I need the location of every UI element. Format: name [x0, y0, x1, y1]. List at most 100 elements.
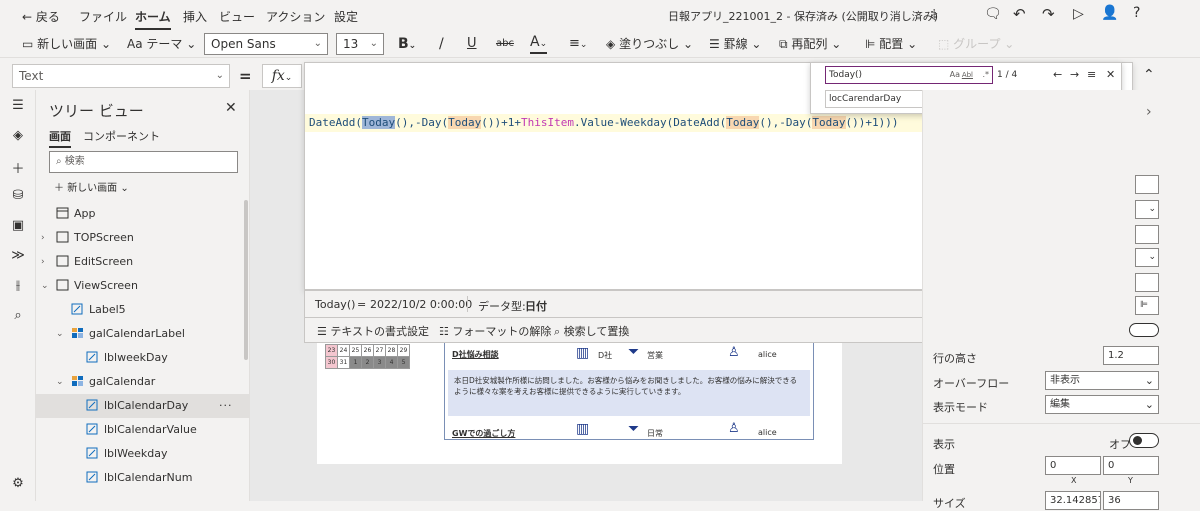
calendar-day-cell[interactable]: 29 — [397, 344, 410, 357]
calendar-day-cell[interactable]: 3 — [373, 356, 386, 369]
border-button[interactable]: ☰ 罫線 ⌄ — [709, 34, 761, 54]
play-icon[interactable]: ▷ — [1073, 6, 1084, 22]
close-find-icon[interactable]: ✕ — [1106, 68, 1115, 81]
y-input[interactable]: 0 — [1103, 456, 1159, 475]
calendar-day-cell[interactable]: 26 — [361, 344, 374, 357]
font-dropdown[interactable]: Open Sans ⌄ — [204, 33, 328, 55]
tree-item[interactable]: lblCalendarValue — [36, 418, 250, 442]
tree-item[interactable]: ⌄ galCalendarLabel — [36, 322, 250, 346]
report-gallery[interactable]: D社悩み相談 ▥ D社 ⏷ 営業 ♙ alice 本日D社安城製作所様に訪問しま… — [444, 340, 814, 440]
calendar-day-cell[interactable]: 24 — [337, 344, 350, 357]
prop-dropdown[interactable]: ⌄ — [1135, 248, 1159, 267]
tree-item[interactable]: lblWeekday — [36, 442, 250, 466]
new-screen-button[interactable]: ▭ 新しい画面 ⌄ — [22, 34, 111, 54]
align-button[interactable]: ⊫ 配置 ⌄ — [865, 34, 917, 54]
regex-option-icon[interactable]: .* — [982, 67, 989, 83]
remove-format-button[interactable]: ☷ フォーマットの解除 — [439, 323, 551, 339]
menu-view[interactable]: ビュー — [219, 8, 255, 25]
more-options-icon[interactable]: ··· — [219, 394, 233, 418]
find-input[interactable]: Today() Aa Abl .* — [825, 66, 993, 84]
calendar-day-cell[interactable]: 31 — [337, 356, 350, 369]
find-replace-button[interactable]: ⌕ 検索して置換 — [554, 323, 629, 339]
fx-button[interactable]: fx⌄ — [262, 64, 302, 88]
bold-button[interactable]: B⌄ — [398, 34, 416, 54]
chevron-down-icon[interactable]: ⌄ — [56, 322, 64, 346]
match-case-option[interactable]: Aa — [950, 67, 960, 83]
format-text-button[interactable]: ☰ テキストの書式設定 — [317, 323, 429, 339]
whole-word-option[interactable]: Abl — [962, 67, 973, 83]
prop-field[interactable] — [1135, 175, 1159, 194]
tree-item[interactable]: ⌄ galCalendar — [36, 370, 250, 394]
tree-item[interactable]: ⌄ ViewScreen — [36, 274, 250, 298]
power-automate-icon[interactable]: ≫ — [9, 248, 27, 266]
share-user-icon[interactable]: 👤 — [1101, 5, 1118, 21]
search-icon[interactable]: ⌕ — [9, 308, 27, 326]
text-align-button[interactable]: ≡⌄ — [569, 34, 587, 54]
tree-item[interactable]: › TOPScreen — [36, 226, 250, 250]
next-match-icon[interactable]: → — [1070, 68, 1079, 81]
strikethrough-button[interactable]: abc — [496, 34, 514, 54]
calendar-day-cell[interactable]: 27 — [373, 344, 386, 357]
menu-action[interactable]: アクション — [266, 8, 325, 25]
plus-icon[interactable]: ＋ — [9, 158, 27, 177]
line-height-input[interactable]: 1.2 — [1103, 346, 1159, 365]
theme-button[interactable]: Aa テーマ ⌄ — [127, 34, 196, 54]
chevron-right-icon[interactable]: › — [1146, 104, 1152, 120]
font-color-button[interactable]: A⌄ — [530, 34, 548, 54]
italic-button[interactable]: / — [439, 34, 444, 54]
tab-components[interactable]: コンポーネント — [83, 128, 160, 144]
collapse-formula-icon[interactable]: ⌃ — [1143, 67, 1155, 83]
tree-item[interactable]: App — [36, 202, 250, 226]
calendar-day-cell[interactable]: 2 — [361, 356, 374, 369]
prop-field[interactable] — [1135, 225, 1159, 244]
hamburger-menu-icon[interactable]: ☰ — [9, 98, 27, 116]
tree-new-screen-button[interactable]: ＋ 新しい画面 ⌄ — [54, 179, 129, 194]
settings-gear-icon[interactable]: ⚙ — [9, 476, 27, 494]
redo-icon[interactable]: ↷ — [1042, 5, 1055, 23]
tree-search-input[interactable]: ⌕ 検索 — [49, 151, 238, 173]
layers-icon[interactable]: ◈ — [9, 128, 27, 146]
calendar-day-cell[interactable]: 5 — [397, 356, 410, 369]
property-dropdown[interactable]: Text ⌄ — [12, 64, 230, 88]
calendar-day-cell[interactable]: 1 — [349, 356, 362, 369]
close-icon[interactable]: ✕ — [225, 100, 237, 116]
stethoscope-icon[interactable]: ⚕ — [930, 6, 938, 24]
menu-home[interactable]: ホーム — [135, 8, 171, 30]
tree-item[interactable]: lblCalendarDay ··· — [36, 394, 250, 418]
calendar-day-cell[interactable]: 28 — [385, 344, 398, 357]
media-icon[interactable]: ▣ — [9, 218, 27, 236]
tree-item[interactable]: lblweekDay — [36, 346, 250, 370]
calendar-day-cell[interactable]: 23 — [325, 344, 338, 357]
menu-settings[interactable]: 設定 — [334, 8, 358, 25]
x-input[interactable]: 0 — [1045, 456, 1101, 475]
reorder-button[interactable]: ⧉ 再配列 ⌄ — [779, 34, 841, 54]
advanced-tools-icon[interactable]: ⫲ — [9, 278, 27, 296]
chevron-right-icon[interactable]: › — [41, 250, 45, 274]
comment-icon[interactable]: 🗨 — [984, 6, 1002, 22]
align-option[interactable]: ⊫ — [1135, 296, 1159, 315]
prop-dropdown[interactable]: ⌄ — [1135, 200, 1159, 219]
group-button[interactable]: ⬚ グループ ⌄ — [938, 34, 1014, 54]
find-in-selection-icon[interactable]: ≡ — [1087, 68, 1096, 81]
tree-item[interactable]: › EditScreen — [36, 250, 250, 274]
tree-scrollbar[interactable] — [244, 200, 248, 360]
chevron-down-icon[interactable]: ⌄ — [41, 274, 49, 298]
fill-button[interactable]: ◈ 塗りつぶし ⌄ — [606, 34, 693, 54]
formula-text[interactable]: DateAdd(Today(),-Day(Today())+1+ThisItem… — [309, 115, 899, 131]
menu-file[interactable]: ファイル — [79, 8, 127, 25]
database-icon[interactable]: ⛁ — [9, 188, 27, 206]
previous-match-icon[interactable]: ← — [1053, 68, 1062, 81]
calendar-day-cell[interactable]: 4 — [385, 356, 398, 369]
chevron-down-icon[interactable]: ⌄ — [56, 370, 64, 394]
underline-button[interactable]: U — [467, 34, 477, 54]
prop-field[interactable] — [1135, 273, 1159, 292]
menu-insert[interactable]: 挿入 — [183, 8, 207, 25]
calendar-day-cell[interactable]: 25 — [349, 344, 362, 357]
overflow-dropdown[interactable]: 非表示 ⌄ — [1045, 371, 1159, 390]
chevron-right-icon[interactable]: › — [41, 226, 45, 250]
toggle-switch[interactable] — [1129, 323, 1159, 337]
undo-icon[interactable]: ↶ — [1013, 5, 1026, 23]
tree-item[interactable]: Label5 — [36, 298, 250, 322]
tab-screens[interactable]: 画面 — [49, 128, 71, 148]
visible-toggle[interactable] — [1129, 433, 1159, 448]
